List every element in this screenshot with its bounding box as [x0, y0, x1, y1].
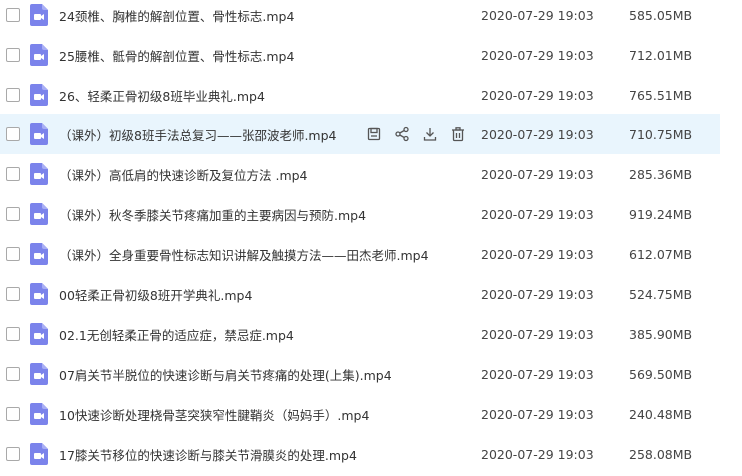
file-size: 612.07MB — [629, 246, 693, 262]
row-checkbox[interactable] — [6, 447, 20, 461]
file-row[interactable]: （课外）秋冬季膝关节疼痛加重的主要病因与预防.mp4 2020-07-29 19… — [0, 194, 720, 234]
file-date: 2020-07-29 19:03 — [481, 406, 594, 422]
file-size: 585.05MB — [629, 7, 693, 23]
row-checkbox[interactable] — [6, 367, 20, 381]
download-icon[interactable] — [416, 124, 444, 144]
share-icon[interactable] — [388, 124, 416, 144]
file-date: 2020-07-29 19:03 — [481, 246, 594, 262]
row-checkbox[interactable] — [6, 167, 20, 181]
file-date: 2020-07-29 19:03 — [481, 326, 594, 342]
save-icon[interactable] — [360, 124, 388, 144]
video-file-icon — [30, 203, 48, 225]
video-file-icon — [30, 4, 48, 26]
file-date: 2020-07-29 19:03 — [481, 87, 594, 103]
file-name[interactable]: （课外）初级8班手法总复习——张邵波老师.mp4 — [59, 125, 337, 144]
file-row[interactable]: 17膝关节移位的快速诊断与膝关节滑膜炎的处理.mp4 2020-07-29 19… — [0, 434, 720, 474]
video-file-icon — [30, 84, 48, 106]
file-row[interactable]: 24颈椎、胸椎的解剖位置、骨性标志.mp4 2020-07-29 19:03 5… — [0, 0, 720, 35]
file-row[interactable]: 26、轻柔正骨初级8班毕业典礼.mp4 2020-07-29 19:03 765… — [0, 75, 720, 115]
file-size: 569.50MB — [629, 366, 693, 382]
file-row[interactable]: 25腰椎、骶骨的解剖位置、骨性标志.mp4 2020-07-29 19:03 7… — [0, 35, 720, 75]
row-checkbox[interactable] — [6, 207, 20, 221]
file-name[interactable]: 17膝关节移位的快速诊断与膝关节滑膜炎的处理.mp4 — [59, 445, 357, 464]
file-size: 258.08MB — [629, 446, 693, 462]
row-checkbox[interactable] — [6, 247, 20, 261]
video-file-icon — [30, 163, 48, 185]
file-name[interactable]: 25腰椎、骶骨的解剖位置、骨性标志.mp4 — [59, 46, 294, 65]
file-row[interactable]: 02.1无创轻柔正骨的适应症，禁忌症.mp4 2020-07-29 19:03 … — [0, 314, 720, 354]
video-file-icon — [30, 123, 48, 145]
video-file-icon — [30, 323, 48, 345]
file-name[interactable]: （课外）全身重要骨性标志知识讲解及触摸方法——田杰老师.mp4 — [59, 245, 429, 264]
file-row-hovered[interactable]: （课外）初级8班手法总复习——张邵波老师.mp4 2020-07-29 19:0… — [0, 114, 720, 154]
file-date: 2020-07-29 19:03 — [481, 7, 594, 23]
file-row[interactable]: （课外）高低肩的快速诊断及复位方法 .mp4 2020-07-29 19:03 … — [0, 154, 720, 194]
file-size: 712.01MB — [629, 47, 693, 63]
row-checkbox[interactable] — [6, 127, 20, 141]
file-list: 24颈椎、胸椎的解剖位置、骨性标志.mp4 2020-07-29 19:03 5… — [0, 0, 742, 476]
row-checkbox[interactable] — [6, 407, 20, 421]
file-size: 919.24MB — [629, 206, 693, 222]
file-name[interactable]: 07肩关节半脱位的快速诊断与肩关节疼痛的处理(上集).mp4 — [59, 365, 392, 384]
file-date: 2020-07-29 19:03 — [481, 166, 594, 182]
file-date: 2020-07-29 19:03 — [481, 446, 594, 462]
video-file-icon — [30, 363, 48, 385]
file-row[interactable]: 00轻柔正骨初级8班开学典礼.mp4 2020-07-29 19:03 524.… — [0, 274, 720, 314]
file-date: 2020-07-29 19:03 — [481, 366, 594, 382]
file-date: 2020-07-29 19:03 — [481, 286, 594, 302]
video-file-icon — [30, 283, 48, 305]
file-size: 765.51MB — [629, 87, 693, 103]
video-file-icon — [30, 403, 48, 425]
video-file-icon — [30, 44, 48, 66]
file-size: 524.75MB — [629, 286, 693, 302]
file-name[interactable]: 00轻柔正骨初级8班开学典礼.mp4 — [59, 285, 252, 304]
delete-icon[interactable] — [444, 124, 472, 144]
file-date: 2020-07-29 19:03 — [481, 126, 594, 142]
file-size: 240.48MB — [629, 406, 693, 422]
file-date: 2020-07-29 19:03 — [481, 47, 594, 63]
file-row[interactable]: 07肩关节半脱位的快速诊断与肩关节疼痛的处理(上集).mp4 2020-07-2… — [0, 354, 720, 394]
file-name[interactable]: （课外）高低肩的快速诊断及复位方法 .mp4 — [59, 165, 308, 184]
file-name[interactable]: 26、轻柔正骨初级8班毕业典礼.mp4 — [59, 86, 265, 105]
file-size: 710.75MB — [629, 126, 693, 142]
file-name[interactable]: 10快速诊断处理桡骨茎突狭窄性腱鞘炎（妈妈手）.mp4 — [59, 405, 369, 424]
row-checkbox[interactable] — [6, 88, 20, 102]
file-size: 385.90MB — [629, 326, 693, 342]
file-name[interactable]: 02.1无创轻柔正骨的适应症，禁忌症.mp4 — [59, 325, 294, 344]
file-name[interactable]: 24颈椎、胸椎的解剖位置、骨性标志.mp4 — [59, 6, 294, 25]
file-size: 285.36MB — [629, 166, 693, 182]
video-file-icon — [30, 243, 48, 265]
file-row[interactable]: （课外）全身重要骨性标志知识讲解及触摸方法——田杰老师.mp4 2020-07-… — [0, 234, 720, 274]
row-checkbox[interactable] — [6, 8, 20, 22]
file-row[interactable]: 10快速诊断处理桡骨茎突狭窄性腱鞘炎（妈妈手）.mp4 2020-07-29 1… — [0, 394, 720, 434]
row-checkbox[interactable] — [6, 327, 20, 341]
file-date: 2020-07-29 19:03 — [481, 206, 594, 222]
row-checkbox[interactable] — [6, 48, 20, 62]
row-checkbox[interactable] — [6, 287, 20, 301]
file-name[interactable]: （课外）秋冬季膝关节疼痛加重的主要病因与预防.mp4 — [59, 205, 366, 224]
video-file-icon — [30, 443, 48, 465]
row-actions — [360, 124, 472, 144]
